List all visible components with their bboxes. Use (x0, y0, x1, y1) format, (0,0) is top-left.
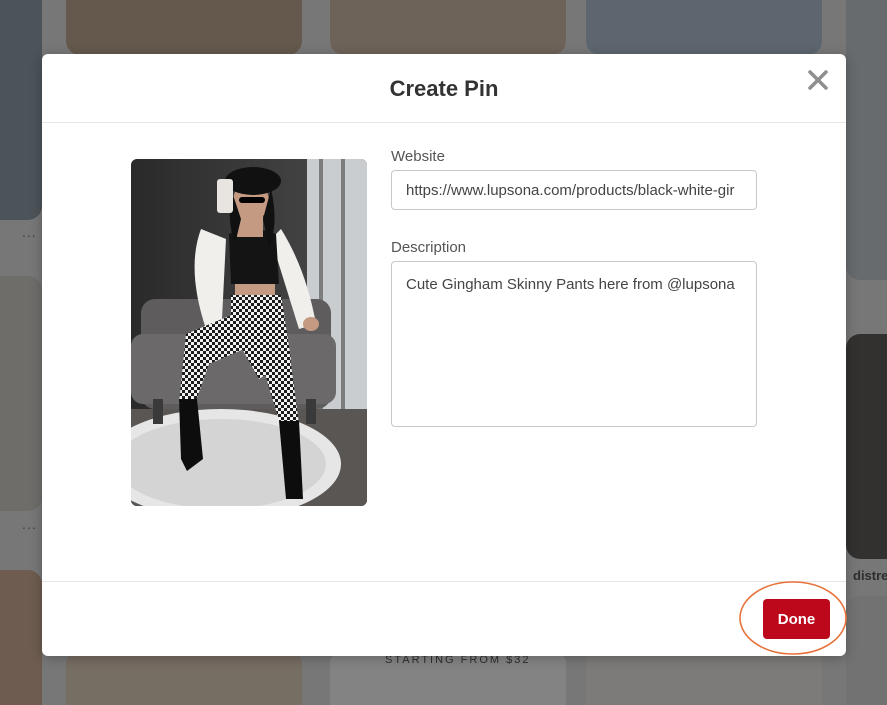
website-label: Website (391, 148, 445, 165)
close-button[interactable] (804, 66, 832, 94)
dialog-footer: Done (42, 581, 846, 656)
dialog-title: Create Pin (389, 76, 499, 101)
description-label: Description (391, 239, 467, 256)
description-input[interactable]: Cute Gingham Skinny Pants here from @lup… (391, 261, 757, 427)
website-input[interactable] (391, 170, 757, 210)
create-pin-dialog: Create Pin Website https://www.lupsona.c… (42, 54, 846, 656)
pin-photo (131, 159, 367, 506)
done-button[interactable]: Done (763, 599, 830, 639)
dialog-header: Create Pin (42, 54, 846, 123)
close-icon (808, 70, 828, 90)
pin-image (131, 159, 367, 506)
